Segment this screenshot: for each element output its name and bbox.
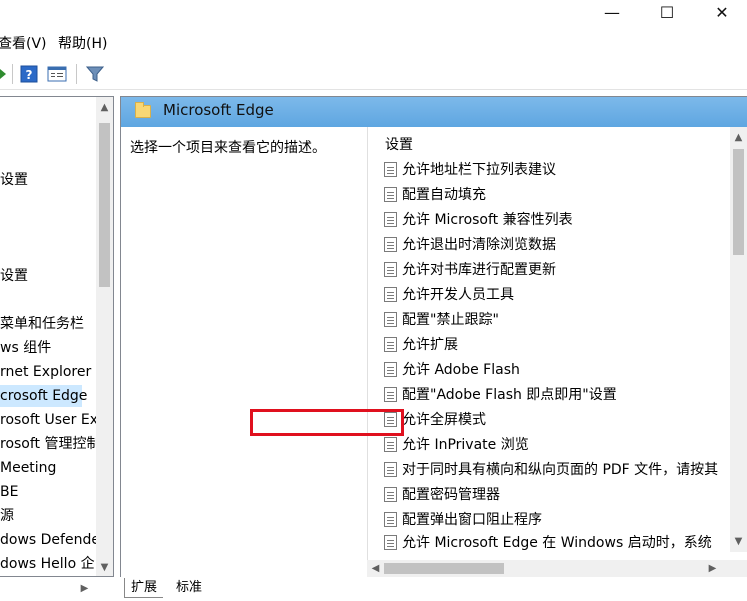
setting-item[interactable]: 配置弹出窗口阻止程序 bbox=[384, 508, 734, 532]
tree-item[interactable]: dows Hello 企 bbox=[0, 553, 95, 575]
maximize-button[interactable]: ☐ bbox=[642, 0, 692, 30]
menu-view[interactable]: 查看(V) bbox=[0, 33, 47, 53]
policy-setting-icon bbox=[384, 312, 397, 327]
policy-setting-icon bbox=[384, 437, 397, 452]
svg-text:?: ? bbox=[26, 68, 33, 82]
tree-item[interactable]: 设置 bbox=[0, 169, 28, 191]
scroll-thumb[interactable] bbox=[99, 123, 110, 287]
setting-item[interactable]: 允许扩展 bbox=[384, 333, 734, 357]
filter-icon[interactable] bbox=[86, 65, 104, 83]
scroll-right-icon[interactable]: ▶ bbox=[76, 580, 93, 597]
menu-bar: 查看(V) 帮助(H) bbox=[0, 31, 747, 55]
toolbar: ? bbox=[0, 58, 747, 90]
setting-item[interactable]: 允许对书库进行配置更新 bbox=[384, 258, 734, 282]
policy-setting-icon bbox=[384, 187, 397, 202]
policy-setting-icon bbox=[384, 237, 397, 252]
toolbar-separator bbox=[12, 64, 13, 84]
tab-extended[interactable]: 扩展 bbox=[124, 578, 164, 598]
policy-setting-icon bbox=[384, 387, 397, 402]
details-title: Microsoft Edge bbox=[163, 101, 274, 119]
minimize-button[interactable]: — bbox=[587, 0, 637, 30]
tree-item[interactable]: rnet Explorer bbox=[0, 361, 91, 383]
tree-item[interactable]: BE bbox=[0, 481, 18, 503]
settings-vertical-scrollbar[interactable]: ▲ ▼ bbox=[730, 127, 747, 552]
setting-item[interactable]: 允许 Microsoft Edge 在 Windows 启动时，系统 bbox=[384, 533, 734, 552]
scroll-right-icon[interactable]: ▶ bbox=[704, 560, 721, 577]
tree-item[interactable]: 源 bbox=[0, 505, 14, 527]
policy-setting-icon bbox=[384, 212, 397, 227]
scroll-up-icon[interactable]: ▲ bbox=[730, 129, 747, 146]
setting-item[interactable]: 允许退出时清除浏览数据 bbox=[384, 233, 734, 257]
details-pane: Microsoft Edge 选择一个项目来查看它的描述。 设置 允许地址栏下拉… bbox=[120, 96, 747, 577]
setting-item[interactable]: 允许 Adobe Flash bbox=[384, 358, 734, 382]
tree-item[interactable]: Meeting bbox=[0, 457, 56, 479]
policy-setting-icon bbox=[384, 162, 397, 177]
policy-tree: 设置 设置 菜单和任务栏 ws 组件 rnet Explorer crosoft… bbox=[0, 96, 114, 577]
policy-setting-icon bbox=[384, 487, 397, 502]
close-button[interactable]: ✕ bbox=[697, 0, 747, 30]
settings-list: 设置 允许地址栏下拉列表建议 配置自动填充 允许 Microsoft 兼容性列表… bbox=[367, 127, 747, 577]
policy-setting-icon bbox=[384, 262, 397, 277]
scroll-thumb[interactable] bbox=[384, 563, 504, 574]
tree-vertical-scrollbar[interactable]: ▲ ▼ bbox=[96, 97, 113, 576]
properties-icon[interactable] bbox=[47, 65, 67, 83]
setting-item[interactable]: 配置"Adobe Flash 即点即用"设置 bbox=[384, 383, 734, 407]
scroll-up-icon[interactable]: ▲ bbox=[96, 99, 113, 116]
scroll-down-icon[interactable]: ▼ bbox=[730, 533, 747, 550]
tree-item[interactable]: ws 组件 bbox=[0, 337, 51, 359]
tree-item[interactable]: 菜单和任务栏 bbox=[0, 313, 84, 335]
description-text: 选择一个项目来查看它的描述。 bbox=[130, 140, 326, 156]
settings-column-header[interactable]: 设置 bbox=[385, 134, 413, 154]
tree-item[interactable]: 设置 bbox=[0, 265, 28, 287]
policy-setting-icon bbox=[384, 462, 397, 477]
policy-setting-icon bbox=[384, 287, 397, 302]
menu-help[interactable]: 帮助(H) bbox=[58, 33, 107, 53]
setting-item[interactable]: 配置自动填充 bbox=[384, 183, 734, 207]
policy-setting-icon bbox=[384, 512, 397, 527]
scroll-left-icon[interactable]: ◀ bbox=[367, 560, 384, 577]
policy-setting-icon bbox=[384, 535, 397, 550]
tree-item[interactable]: rosoft User Ex bbox=[0, 409, 98, 431]
tree-item[interactable]: rosoft 管理控制 bbox=[0, 433, 101, 455]
title-bar: — ☐ ✕ bbox=[0, 0, 747, 30]
setting-item[interactable]: 允许 InPrivate 浏览 bbox=[384, 433, 734, 457]
scroll-thumb[interactable] bbox=[733, 149, 744, 255]
view-tabs: 扩展 标准 bbox=[120, 578, 747, 601]
highlight-annotation bbox=[250, 409, 404, 436]
toolbar-separator bbox=[76, 64, 77, 84]
scroll-down-icon[interactable]: ▼ bbox=[96, 559, 113, 576]
settings-horizontal-scrollbar[interactable]: ◀ ▶ bbox=[367, 560, 747, 577]
policy-setting-icon bbox=[384, 362, 397, 377]
setting-item[interactable]: 允许地址栏下拉列表建议 bbox=[384, 158, 734, 182]
setting-item-fullscreen[interactable]: 允许全屏模式 bbox=[384, 408, 734, 432]
setting-item[interactable]: 允许 Microsoft 兼容性列表 bbox=[384, 208, 734, 232]
setting-item[interactable]: 允许开发人员工具 bbox=[384, 283, 734, 307]
details-header: Microsoft Edge bbox=[121, 97, 747, 127]
help-icon[interactable]: ? bbox=[20, 65, 38, 83]
setting-item[interactable]: 对于同时具有横向和纵向页面的 PDF 文件，请按其 bbox=[384, 458, 734, 482]
tab-standard[interactable]: 标准 bbox=[170, 578, 208, 598]
setting-item[interactable]: 配置密码管理器 bbox=[384, 483, 734, 507]
folder-icon bbox=[135, 102, 151, 118]
setting-item[interactable]: 配置"禁止跟踪" bbox=[384, 308, 734, 332]
forward-arrow-icon[interactable] bbox=[0, 65, 8, 83]
tree-item[interactable]: dows Defende bbox=[0, 529, 100, 551]
policy-setting-icon bbox=[384, 337, 397, 352]
tree-item-microsoft-edge[interactable]: crosoft Edge bbox=[0, 385, 87, 407]
